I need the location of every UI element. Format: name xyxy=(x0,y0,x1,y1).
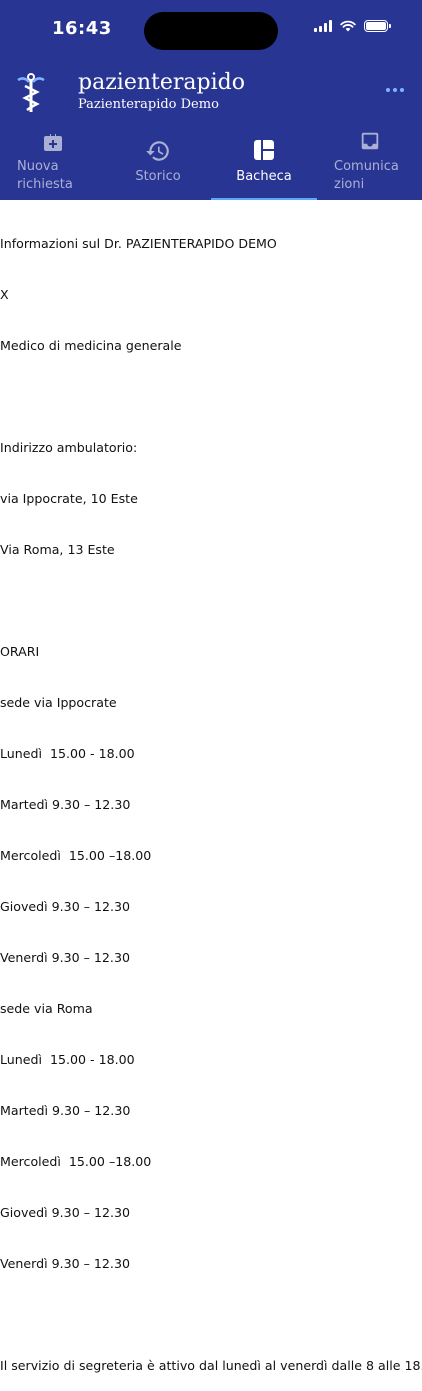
inbox-icon xyxy=(361,132,378,150)
content-line: Lunedì 15.00 - 18.00 xyxy=(0,1052,135,1067)
app-subtitle: Pazienterapido Demo xyxy=(78,97,219,112)
content-line: Il servizio di segreteria è attivo dal l… xyxy=(0,1358,422,1373)
tab-bar: Nuova richiesta Storico Bacheca Comunica… xyxy=(0,126,422,200)
history-icon xyxy=(146,141,169,161)
status-bar: 16:43 xyxy=(0,0,422,60)
content-line: Via Roma, 13 Este xyxy=(0,542,115,557)
content-line: Venerdì 9.30 – 12.30 xyxy=(0,950,130,965)
content-line: Giovedì 9.30 – 12.30 xyxy=(0,899,131,914)
content-line: Medico di medicina generale xyxy=(0,338,182,353)
dynamic-island xyxy=(144,12,278,50)
content-line xyxy=(0,388,422,405)
content-line: sede via Ippocrate xyxy=(0,695,117,710)
tab-storico[interactable]: Storico xyxy=(105,126,211,200)
bacheca-content: Informazioni sul Dr. PAZIENTERAPIDO DEMO… xyxy=(0,201,422,1391)
content-line: Giovedì 9.30 – 12.30 xyxy=(0,1205,131,1220)
tab-label-line1: Comunica xyxy=(334,159,399,174)
content-line: Mercoledì 15.00 –18.00 xyxy=(0,848,152,863)
content-line: Informazioni sul Dr. PAZIENTERAPIDO DEMO xyxy=(0,236,277,251)
app-title: pazienterapido xyxy=(78,70,245,95)
tab-label-line2: zioni xyxy=(334,177,365,192)
caduceus-icon xyxy=(17,73,45,112)
content-line xyxy=(0,1306,422,1323)
dashboard-icon xyxy=(254,140,274,160)
battery-icon xyxy=(364,20,391,32)
more-dots-icon[interactable] xyxy=(386,88,404,92)
content-line: Martedì 9.30 – 12.30 xyxy=(0,1103,131,1118)
content-line: Venerdì 9.30 – 12.30 xyxy=(0,1256,130,1271)
content-line xyxy=(0,592,422,609)
tab-nuova-richiesta[interactable]: Nuova richiesta xyxy=(0,126,105,200)
wifi-icon xyxy=(340,20,356,32)
content-line: Martedì 9.30 – 12.30 xyxy=(0,797,131,812)
signal-icon xyxy=(314,20,332,32)
content-line: ORARI xyxy=(0,644,40,659)
app-bar: pazienterapido Pazienterapido Demo xyxy=(0,66,422,122)
header: 16:43 pazienterapido Pazienterapido Demo xyxy=(0,0,422,200)
content-line: Lunedì 15.00 - 18.00 xyxy=(0,746,135,761)
tab-bacheca[interactable]: Bacheca xyxy=(211,126,317,200)
content-line: Indirizzo ambulatorio: xyxy=(0,440,138,455)
content-line: Mercoledì 15.00 –18.00 xyxy=(0,1154,152,1169)
tab-label-line1: Nuova xyxy=(17,159,59,174)
status-icons xyxy=(314,20,391,32)
tab-label-line2: richiesta xyxy=(17,177,73,192)
status-time: 16:43 xyxy=(52,18,112,39)
tab-comunicazioni[interactable]: Comunica zioni xyxy=(317,126,422,200)
tab-label: Storico xyxy=(135,169,181,184)
medical-bag-icon xyxy=(43,134,62,151)
content-line: via Ippocrate, 10 Este xyxy=(0,491,138,506)
content-line: X xyxy=(0,287,9,302)
tab-label: Bacheca xyxy=(236,169,292,184)
active-tab-indicator xyxy=(211,198,317,200)
content-line: sede via Roma xyxy=(0,1001,93,1016)
